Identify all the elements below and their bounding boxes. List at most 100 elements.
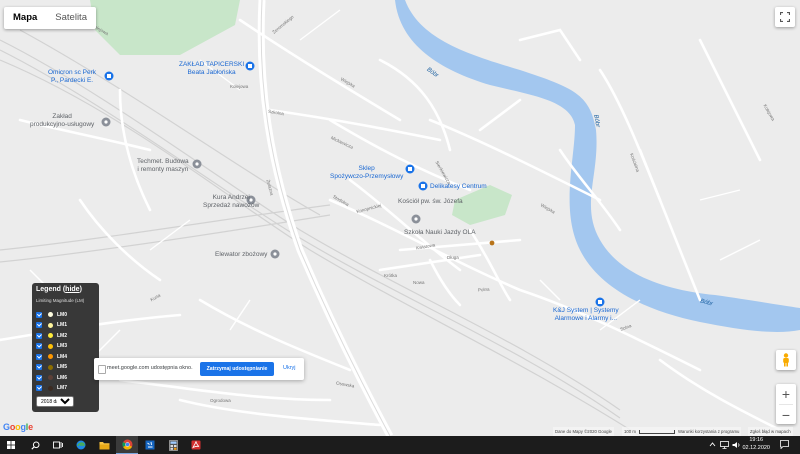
shop-pin-icon[interactable] [595, 297, 605, 307]
file-explorer-taskbar-button[interactable] [93, 436, 115, 454]
acrobat-taskbar-button[interactable] [185, 436, 207, 454]
checkbox-lm1[interactable] [36, 322, 42, 328]
scale-bar[interactable]: 100 m [622, 427, 677, 436]
system-clock[interactable]: 19:16 02.12.2020 [742, 437, 770, 452]
poi-label[interactable]: Kościół pw. św. Józefa [398, 198, 463, 206]
legend-label: LM1 [57, 322, 67, 328]
legend-subtitle: Limiting Magnitude (LM) [36, 298, 85, 303]
legend-label: LM5 [57, 364, 67, 370]
poi-label[interactable]: Zakład produkcyjno-usługowy [30, 113, 94, 128]
clock-time: 19:16 [749, 437, 764, 443]
satellite-type-button[interactable]: Satelita [46, 7, 96, 29]
legend-row: LM0 [36, 310, 67, 319]
shop-pin-icon[interactable] [245, 61, 255, 71]
legend-swatch [48, 375, 53, 380]
poi-label[interactable]: Omicron sc Perk P., Pardecki E. [48, 69, 96, 84]
chevron-up-icon[interactable] [709, 441, 716, 448]
shop-pin-icon[interactable] [104, 71, 114, 81]
legend-row: LM1 [36, 321, 67, 330]
street-view-button[interactable] [776, 350, 796, 370]
location-pin-icon[interactable] [101, 117, 111, 127]
shop-pin-icon[interactable] [405, 164, 415, 174]
location-pin-icon[interactable] [411, 214, 421, 224]
terms-link[interactable]: Warunki korzystania z programu [676, 427, 742, 436]
map-type-button[interactable]: Mapa [4, 7, 46, 29]
notifications-icon[interactable] [780, 440, 789, 449]
report-error-link[interactable]: Zgłoś błąd w mapach [748, 427, 793, 436]
folder-icon [99, 441, 109, 449]
chrome-taskbar-button[interactable] [116, 436, 138, 454]
location-pin-icon[interactable] [270, 249, 280, 259]
street-label: Polna [477, 286, 490, 293]
windows-taskbar: 19:16 02.12.2020 [0, 436, 800, 454]
street-label: Krótka [384, 273, 398, 278]
windows-logo-icon [7, 441, 15, 449]
task-view-button[interactable] [47, 436, 69, 454]
search-icon [30, 441, 39, 450]
google-logo[interactable]: Google [3, 422, 33, 432]
data-year-select[interactable]: 2018 data [36, 396, 74, 407]
legend-row: LM2 [36, 331, 67, 340]
zoom-out-button[interactable]: − [776, 405, 796, 424]
legend-label: LM3 [57, 343, 67, 349]
map-data-attribution: Dane do Mapy ©2020 Google [553, 427, 614, 436]
legend-label: LM4 [57, 353, 67, 360]
checkbox-lm5[interactable] [36, 364, 42, 370]
edge-icon [76, 440, 86, 450]
legend-panel: Legend (hide) Limiting Magnitude (LM) LM… [32, 283, 99, 412]
poi-label[interactable]: Szkoła Nauki Jazdy OLA [404, 229, 476, 237]
poi-label[interactable]: Kura Andrzej Sprzedaż nawozów [203, 194, 259, 209]
start-button[interactable] [0, 436, 22, 454]
legend-swatch [48, 385, 53, 391]
street-label: Ogrodowa [210, 398, 231, 403]
legend-row: LM3 [36, 342, 67, 351]
fullscreen-button[interactable] [775, 7, 795, 27]
checkbox-lm0[interactable] [36, 311, 42, 318]
legend-row: LM5 [36, 363, 67, 372]
clock-date: 02.12.2020 [742, 444, 770, 451]
legend-label: LM2 [57, 332, 67, 339]
poi-label[interactable]: Techmet. Budowa i remonty maszyn [137, 158, 189, 173]
checkbox-lm3[interactable] [36, 343, 42, 349]
shop-pin-icon[interactable] [418, 181, 428, 191]
legend-hide-link[interactable]: hide [65, 286, 79, 293]
legend-row: LM7 [36, 384, 67, 393]
poi-label[interactable]: Delikatesy Centrum [430, 183, 487, 191]
checkbox-lm2[interactable] [36, 332, 42, 339]
chrome-icon [121, 439, 132, 450]
legend-label: LM6 [57, 374, 67, 381]
poi-label[interactable]: Elewator zbożowy [215, 251, 267, 259]
hide-share-bar-button[interactable]: Ukryj [283, 365, 296, 371]
poi-label[interactable]: Sklep Spożywczo-Przemysłowy [330, 165, 403, 180]
window-icon [98, 365, 106, 374]
sighting-marker-icon[interactable] [489, 240, 495, 246]
calculator-taskbar-button[interactable] [162, 436, 184, 454]
legend-swatch [48, 333, 53, 338]
legend-swatch [48, 322, 53, 328]
volume-icon[interactable] [732, 441, 741, 449]
zoom-control: + − [776, 384, 796, 424]
checkbox-lm4[interactable] [36, 353, 42, 360]
stop-sharing-button[interactable]: Zatrzymaj udostępnianie [200, 362, 274, 376]
legend-swatch [48, 343, 53, 349]
legend-row: LM4 [36, 352, 67, 361]
poi-label[interactable]: K&J System | Systemy Alarmowe i Alarmy i… [553, 307, 619, 322]
zoom-in-button[interactable]: + [776, 384, 796, 404]
search-button[interactable] [24, 436, 46, 454]
map-canvas[interactable]: Kolejowa Żeromskiego Kolejowa Szkolna Wi… [0, 0, 800, 436]
calculator-icon [168, 439, 178, 451]
location-pin-icon[interactable] [192, 159, 202, 169]
legend-swatch [48, 354, 53, 359]
legend-label: LM0 [57, 311, 67, 318]
poi-label[interactable]: ZAKŁAD TAPICERSKI Beata Jabłońska [179, 61, 244, 76]
street-label: Długa [447, 255, 459, 260]
screen-share-bar: meet.google.com udostępnia okno. Zatrzym… [94, 358, 304, 380]
scale-line [638, 429, 675, 434]
checkbox-lm6[interactable] [36, 374, 42, 381]
network-icon[interactable] [720, 441, 729, 449]
app-taskbar-button[interactable] [139, 436, 161, 454]
checkbox-lm7[interactable] [36, 385, 42, 391]
edge-taskbar-button[interactable] [70, 436, 92, 454]
share-message: meet.google.com udostępnia okno. [107, 365, 193, 371]
legend-swatch [48, 312, 53, 317]
